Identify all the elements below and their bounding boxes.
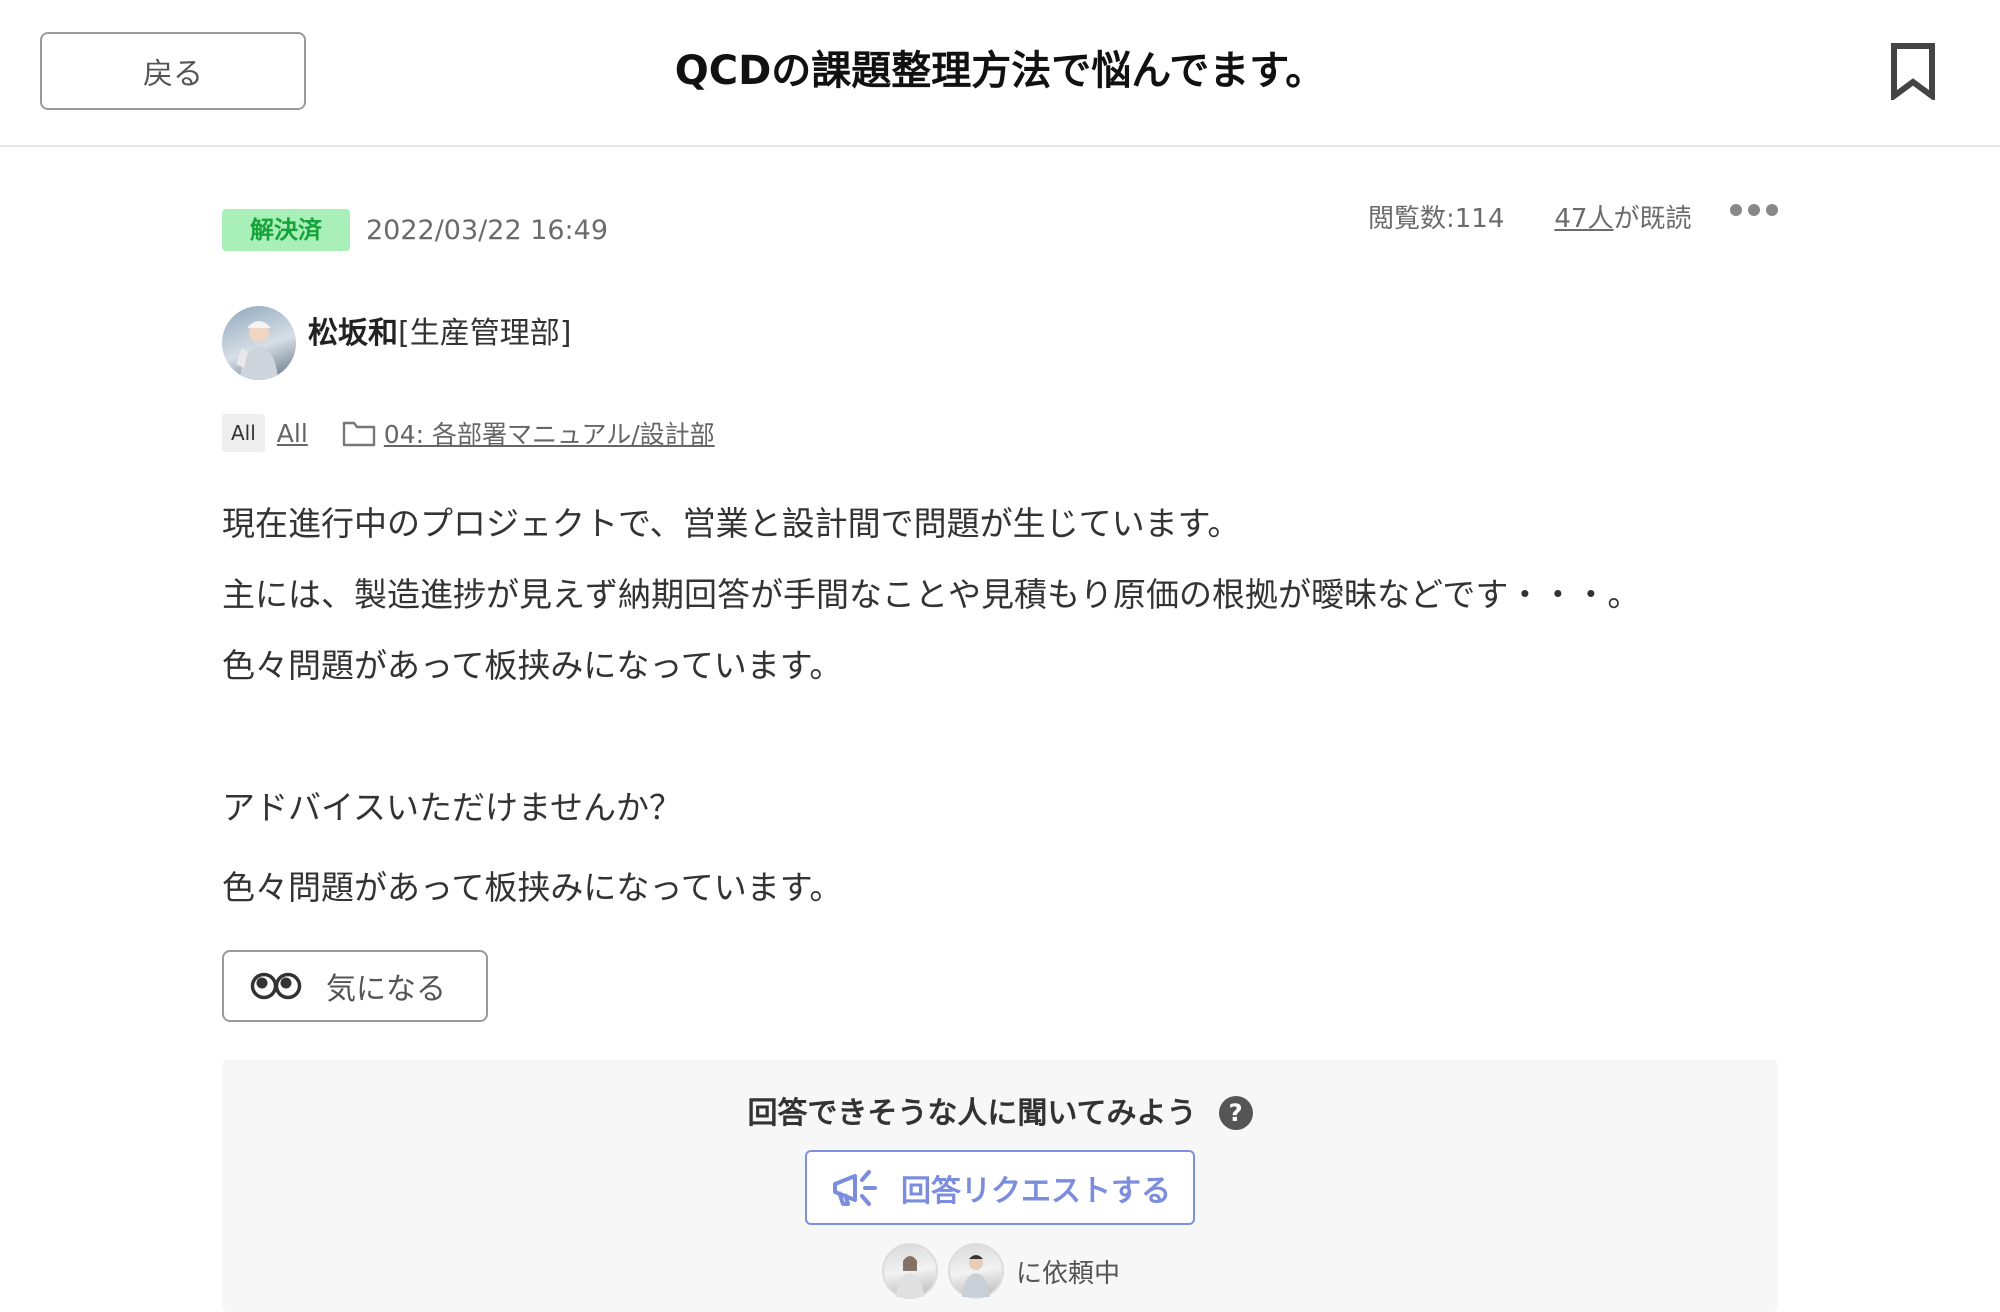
post-meta: 解決済 2022/03/22 16:49 (222, 208, 608, 252)
author-full-name: 松坂和 (308, 316, 398, 351)
body-line (222, 711, 1782, 782)
reader-count-link[interactable]: 47人 (1554, 204, 1613, 234)
avatar-photo (896, 1256, 924, 1297)
request-heading-text: 回答できそうな人に聞いてみよう (747, 1096, 1197, 1131)
reader-count-suffix: が既読 (1613, 203, 1692, 234)
body-line: 主には、製造進捗が見えず納期回答が手間なことや見積もり原価の根拠が曖昧などです・… (222, 575, 1641, 614)
tag-row: All All 04: 各部署マニュアル/設計部 (222, 412, 715, 454)
view-count: 閲覧数:114 (1368, 203, 1505, 234)
bookmark-icon[interactable] (1888, 42, 1938, 100)
back-button[interactable]: 戻る (40, 32, 306, 110)
answer-request-button[interactable]: 回答リクエストする (805, 1150, 1195, 1225)
concern-button[interactable]: 気になる (222, 950, 488, 1022)
body-line: 色々問題があって板挟みになっています。 (222, 646, 843, 685)
more-options-button[interactable] (1730, 198, 1780, 222)
reader-count[interactable]: 47人が既読 (1554, 198, 1691, 235)
avatar[interactable] (222, 306, 296, 380)
more-dot (1766, 204, 1778, 216)
request-heading: 回答できそうな人に聞いてみよう? (222, 1088, 1778, 1132)
category-link[interactable]: All (277, 419, 308, 448)
body-line: 色々問題があって板挟みになっています。 (222, 868, 843, 907)
avatar[interactable] (882, 1243, 938, 1299)
concern-label: 気になる (326, 972, 446, 1007)
body-line: アドバイスいただけませんか？ (222, 788, 683, 827)
megaphone-icon (833, 1169, 877, 1206)
folder-link[interactable]: 04: 各部署マニュアル/設計部 (384, 415, 715, 451)
avatar-photo (962, 1255, 990, 1297)
status-badge: 解決済 (222, 209, 350, 251)
page-title: QCDの課題整理方法で悩んでます。 (674, 48, 1326, 94)
help-icon[interactable]: ? (1218, 1096, 1253, 1130)
post-date: 2022/03/22 16:49 (366, 214, 609, 246)
answer-request-label: 回答リクエストする (901, 1173, 1171, 1209)
author: 松坂和[生産管理部] (222, 306, 571, 380)
author-department: [生産管理部] (398, 316, 572, 351)
author-name[interactable]: 松坂和[生産管理部] (308, 308, 571, 380)
post-stats: 閲覧数:114 47人が既読 (1368, 196, 1692, 236)
avatar-photo (236, 321, 278, 380)
body-line: 現在進行中のプロジェクトで、営業と設計間で問題が生じています。 (222, 504, 1241, 543)
category-chip: All (222, 414, 265, 452)
more-dot (1730, 204, 1742, 216)
requested-users: に依頼中 (882, 1242, 1120, 1300)
avatar[interactable] (948, 1243, 1004, 1299)
more-dot (1748, 204, 1760, 216)
eyes-icon (250, 972, 302, 1000)
post-body: 現在進行中のプロジェクトで、営業と設計間で問題が生じています。 主には、製造進捗… (222, 498, 1782, 933)
answer-request-panel: 回答できそうな人に聞いてみよう? 回答リクエストする に依頼中 (222, 1060, 1778, 1312)
top-bar: 戻る QCDの課題整理方法で悩んでます。 (0, 0, 2000, 147)
folder-icon (342, 421, 375, 447)
requested-label: に依頼中 (1016, 1258, 1121, 1289)
